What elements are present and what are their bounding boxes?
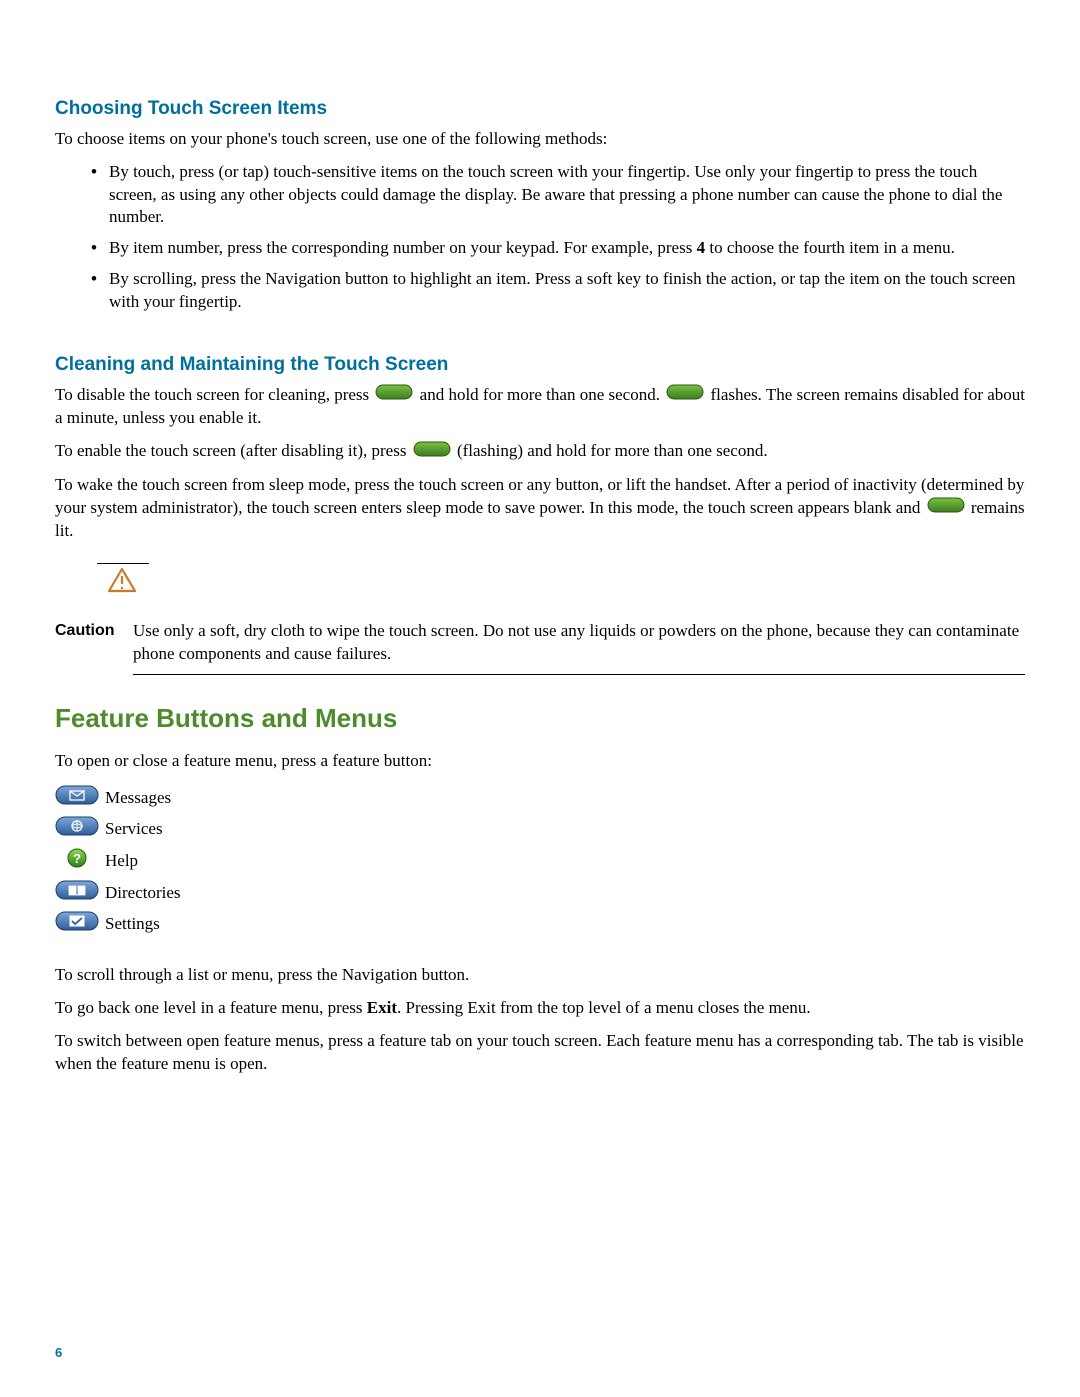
- intro-text: To choose items on your phone's touch sc…: [55, 128, 1025, 151]
- wake-touchscreen-text: To wake the touch screen from sleep mode…: [55, 474, 1025, 543]
- disable-touchscreen-text: To disable the touch screen for cleaning…: [55, 384, 1025, 431]
- directories-label: Directories: [105, 878, 187, 909]
- services-button-icon: [55, 821, 99, 840]
- services-label: Services: [105, 814, 187, 845]
- help-button-icon: ?: [66, 854, 88, 873]
- directories-button-icon: [55, 885, 99, 904]
- display-button-icon: [927, 497, 965, 520]
- choosing-methods-list: By touch, press (or tap) touch-sensitive…: [55, 161, 1025, 315]
- caution-label: Caution: [55, 600, 133, 642]
- svg-text:?: ?: [73, 851, 81, 866]
- go-back-instruction-text: To go back one level in a feature menu, …: [55, 997, 1025, 1020]
- bullet-by-touch: By touch, press (or tap) touch-sensitive…: [91, 161, 1025, 230]
- display-button-icon: [413, 441, 451, 464]
- messages-button-icon: [55, 790, 99, 809]
- settings-label: Settings: [105, 909, 187, 940]
- caution-block: Caution Use only a soft, dry cloth to wi…: [55, 563, 1025, 675]
- heading-cleaning-maintaining: Cleaning and Maintaining the Touch Scree…: [55, 352, 1025, 378]
- feature-buttons-table: Messages Services ? Help: [55, 783, 187, 940]
- scroll-instruction-text: To scroll through a list or menu, press …: [55, 964, 1025, 987]
- messages-label: Messages: [105, 783, 187, 814]
- help-label: Help: [105, 845, 187, 878]
- bullet-by-item-number: By item number, press the corresponding …: [91, 237, 1025, 260]
- exit-key-label: Exit: [367, 998, 397, 1017]
- caution-text: Use only a soft, dry cloth to wipe the t…: [133, 600, 1025, 666]
- heading-feature-buttons-menus: Feature Buttons and Menus: [55, 701, 1025, 736]
- display-button-icon: [375, 384, 413, 407]
- enable-touchscreen-text: To enable the touch screen (after disabl…: [55, 440, 1025, 464]
- display-button-icon: [666, 384, 704, 407]
- page-number: 6: [55, 1344, 62, 1362]
- heading-choosing-touch-screen: Choosing Touch Screen Items: [55, 96, 1025, 122]
- settings-button-icon: [55, 916, 99, 935]
- caution-triangle-icon: [107, 578, 137, 597]
- keypad-number: 4: [697, 238, 706, 257]
- switch-menus-text: To switch between open feature menus, pr…: [55, 1030, 1025, 1076]
- feature-intro-text: To open or close a feature menu, press a…: [55, 750, 1025, 773]
- bullet-by-scrolling: By scrolling, press the Navigation butto…: [91, 268, 1025, 314]
